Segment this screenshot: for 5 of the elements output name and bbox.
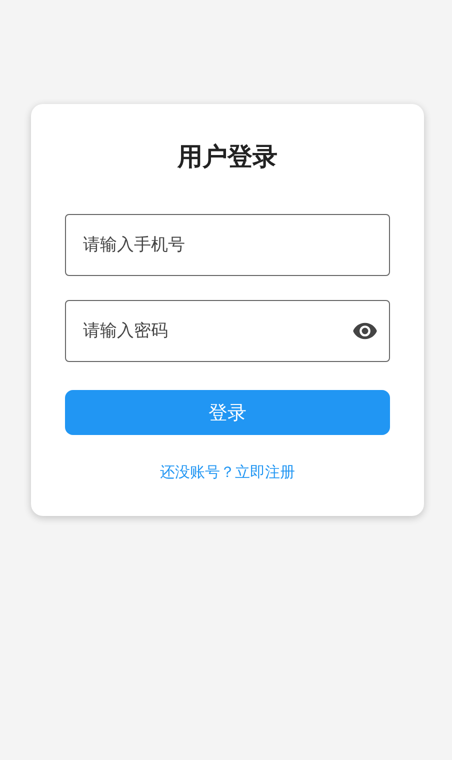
login-title: 用户登录 — [178, 141, 278, 173]
phone-field[interactable]: 请输入手机号 — [65, 214, 390, 276]
register-link[interactable]: 还没账号？立即注册 — [160, 462, 295, 482]
login-button[interactable]: 登录 — [65, 390, 390, 435]
password-field[interactable]: 请输入密码 — [65, 300, 390, 362]
